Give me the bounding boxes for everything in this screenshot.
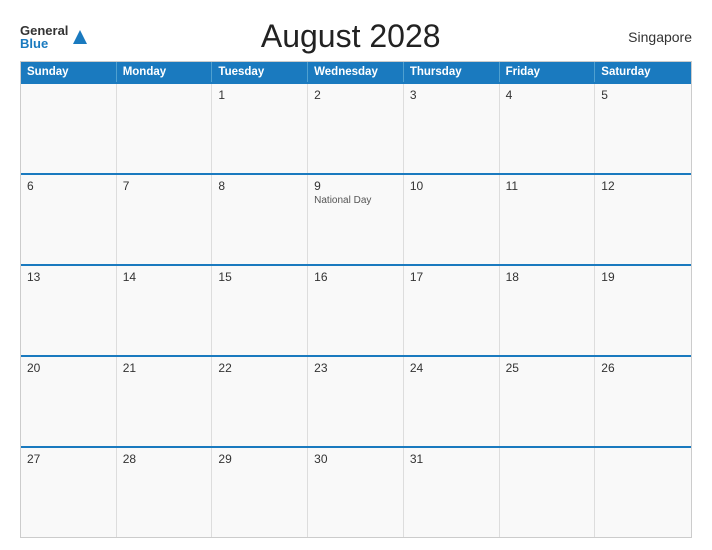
day-cell: 31 xyxy=(404,448,500,537)
day-cell: 27 xyxy=(21,448,117,537)
month-title: August 2028 xyxy=(89,18,612,55)
day-number: 4 xyxy=(506,88,589,102)
day-headers-row: Sunday Monday Tuesday Wednesday Thursday… xyxy=(21,62,691,82)
day-number: 13 xyxy=(27,270,110,284)
day-cell: 28 xyxy=(117,448,213,537)
header-friday: Friday xyxy=(500,62,596,82)
day-number: 15 xyxy=(218,270,301,284)
header-monday: Monday xyxy=(117,62,213,82)
day-number: 12 xyxy=(601,179,685,193)
day-number: 19 xyxy=(601,270,685,284)
day-cell: 2 xyxy=(308,84,404,173)
day-cell: 26 xyxy=(595,357,691,446)
day-cell: 18 xyxy=(500,266,596,355)
day-number: 30 xyxy=(314,452,397,466)
day-cell: 1 xyxy=(212,84,308,173)
day-number: 2 xyxy=(314,88,397,102)
day-number: 23 xyxy=(314,361,397,375)
header-sunday: Sunday xyxy=(21,62,117,82)
week-row-1: 12345 xyxy=(21,82,691,173)
day-cell: 15 xyxy=(212,266,308,355)
calendar-page: General Blue August 2028 Singapore Sunda… xyxy=(0,0,712,550)
day-number: 1 xyxy=(218,88,301,102)
day-number: 20 xyxy=(27,361,110,375)
day-number: 16 xyxy=(314,270,397,284)
day-number: 17 xyxy=(410,270,493,284)
week-row-4: 20 21 22 23 24 25 26 xyxy=(21,355,691,446)
day-cell: 19 xyxy=(595,266,691,355)
day-number: 29 xyxy=(218,452,301,466)
weeks-container: 123456789National Day1011121314151617181… xyxy=(21,82,691,537)
day-number: 18 xyxy=(506,270,589,284)
header-saturday: Saturday xyxy=(595,62,691,82)
day-cell: 16 xyxy=(308,266,404,355)
logo-general: General xyxy=(20,24,68,37)
day-cell: 11 xyxy=(500,175,596,264)
day-number: 25 xyxy=(506,361,589,375)
country-label: Singapore xyxy=(612,29,692,45)
day-number: 11 xyxy=(506,179,589,193)
header: General Blue August 2028 Singapore xyxy=(20,18,692,55)
day-cell xyxy=(21,84,117,173)
day-cell: 20 xyxy=(21,357,117,446)
header-wednesday: Wednesday xyxy=(308,62,404,82)
day-number: 5 xyxy=(601,88,685,102)
day-cell: 21 xyxy=(117,357,213,446)
day-cell xyxy=(500,448,596,537)
day-number: 6 xyxy=(27,179,110,193)
day-number: 21 xyxy=(123,361,206,375)
event-label: National Day xyxy=(314,195,397,206)
day-cell: 7 xyxy=(117,175,213,264)
header-tuesday: Tuesday xyxy=(212,62,308,82)
day-number: 31 xyxy=(410,452,493,466)
day-number: 10 xyxy=(410,179,493,193)
day-number: 22 xyxy=(218,361,301,375)
day-cell: 12 xyxy=(595,175,691,264)
day-number: 8 xyxy=(218,179,301,193)
day-cell: 9 National Day xyxy=(308,175,404,264)
day-number: 7 xyxy=(123,179,206,193)
day-number: 9 xyxy=(314,179,397,193)
day-cell xyxy=(595,448,691,537)
day-number: 3 xyxy=(410,88,493,102)
day-number: 24 xyxy=(410,361,493,375)
day-number: 27 xyxy=(27,452,110,466)
calendar-grid: Sunday Monday Tuesday Wednesday Thursday… xyxy=(20,61,692,538)
day-cell: 4 xyxy=(500,84,596,173)
day-cell: 17 xyxy=(404,266,500,355)
week-row-3: 13 14 15 16 17 18 19 xyxy=(21,264,691,355)
week-row-5: 27 28 29 30 31 xyxy=(21,446,691,537)
logo-blue: Blue xyxy=(20,37,68,50)
day-cell: 8 xyxy=(212,175,308,264)
day-cell: 29 xyxy=(212,448,308,537)
day-cell: 3 xyxy=(404,84,500,173)
logo: General Blue xyxy=(20,24,89,50)
day-cell: 25 xyxy=(500,357,596,446)
day-cell: 30 xyxy=(308,448,404,537)
day-cell: 10 xyxy=(404,175,500,264)
day-cell xyxy=(117,84,213,173)
week-row-2: 6789 National Day 10 11 12 xyxy=(21,173,691,264)
day-cell: 5 xyxy=(595,84,691,173)
day-cell: 23 xyxy=(308,357,404,446)
day-cell: 22 xyxy=(212,357,308,446)
logo-icon xyxy=(71,28,89,46)
day-cell: 14 xyxy=(117,266,213,355)
day-cell: 6 xyxy=(21,175,117,264)
day-cell: 24 xyxy=(404,357,500,446)
day-cell: 13 xyxy=(21,266,117,355)
header-thursday: Thursday xyxy=(404,62,500,82)
day-number: 14 xyxy=(123,270,206,284)
day-number: 28 xyxy=(123,452,206,466)
day-number: 26 xyxy=(601,361,685,375)
